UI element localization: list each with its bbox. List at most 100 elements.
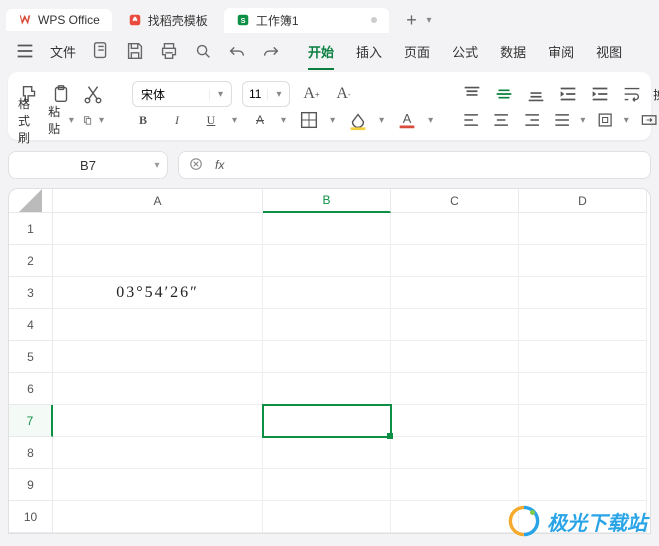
justify-icon[interactable] — [552, 109, 572, 131]
tab-view[interactable]: 视图 — [596, 36, 622, 67]
merge-icon[interactable] — [639, 109, 659, 131]
increase-font-icon[interactable]: A+ — [300, 83, 322, 105]
row-header[interactable]: 1 — [9, 213, 53, 245]
cell[interactable] — [519, 373, 647, 405]
copy-icon[interactable] — [82, 109, 93, 131]
indent-decrease-icon[interactable] — [557, 83, 579, 105]
name-box[interactable]: B7 ▾ — [8, 151, 168, 179]
cell[interactable] — [263, 437, 391, 469]
cell[interactable] — [391, 437, 519, 469]
cell[interactable] — [519, 341, 647, 373]
cell[interactable] — [391, 405, 519, 437]
align-center-icon[interactable] — [491, 109, 511, 131]
tab-page[interactable]: 页面 — [404, 36, 430, 67]
file-menu[interactable]: 文件 — [50, 42, 76, 61]
cell[interactable] — [53, 373, 263, 405]
cell[interactable] — [391, 245, 519, 277]
cancel-icon[interactable] — [187, 155, 205, 176]
tab-dropdown-icon[interactable]: ▾ — [427, 15, 441, 26]
align-top-icon[interactable] — [461, 83, 483, 105]
cell[interactable] — [519, 309, 647, 341]
col-header-A[interactable]: A — [53, 189, 263, 213]
tab-insert[interactable]: 插入 — [356, 36, 382, 67]
cell[interactable] — [53, 405, 263, 437]
cell[interactable] — [519, 277, 647, 309]
cell[interactable] — [519, 405, 647, 437]
tab-review[interactable]: 审阅 — [548, 36, 574, 67]
border-icon[interactable] — [298, 109, 320, 131]
cell[interactable] — [391, 277, 519, 309]
cell[interactable] — [53, 437, 263, 469]
wrap-icon[interactable] — [621, 83, 643, 105]
fill-color-icon[interactable] — [347, 109, 369, 131]
undo-icon[interactable] — [226, 40, 248, 62]
cell[interactable] — [263, 501, 391, 533]
row-header[interactable]: 5 — [9, 341, 53, 373]
font-size-select[interactable]: 11 ▾ — [242, 81, 290, 107]
cell[interactable] — [263, 309, 391, 341]
app-tab-wps[interactable]: WPS Office — [6, 9, 112, 31]
cell[interactable] — [519, 469, 647, 501]
preview-icon[interactable] — [192, 40, 214, 62]
cell[interactable] — [53, 501, 263, 533]
cell[interactable] — [53, 469, 263, 501]
align-left-icon[interactable] — [461, 109, 481, 131]
cut-icon[interactable] — [82, 83, 104, 105]
cell[interactable] — [391, 373, 519, 405]
cell-B7-selected[interactable] — [263, 405, 391, 437]
cell[interactable] — [53, 341, 263, 373]
row-header[interactable]: 6 — [9, 373, 53, 405]
indent-increase-icon[interactable] — [589, 83, 611, 105]
hamburger-icon[interactable] — [14, 40, 36, 62]
cell[interactable] — [391, 501, 519, 533]
cell[interactable] — [519, 245, 647, 277]
cell[interactable] — [263, 245, 391, 277]
row-header[interactable]: 9 — [9, 469, 53, 501]
cell[interactable] — [263, 213, 391, 245]
formula-bar[interactable]: fx — [178, 151, 651, 179]
italic-icon[interactable]: I — [166, 109, 188, 131]
font-color-icon[interactable]: A — [396, 109, 418, 131]
row-header[interactable]: 3 — [9, 277, 53, 309]
redo-icon[interactable] — [260, 40, 282, 62]
cell[interactable] — [391, 213, 519, 245]
orientation-icon[interactable] — [595, 109, 615, 131]
cell[interactable] — [263, 341, 391, 373]
col-header-B[interactable]: B — [263, 189, 391, 213]
font-name-select[interactable]: 宋体 ▾ — [132, 81, 232, 107]
tab-data[interactable]: 数据 — [500, 36, 526, 67]
new-icon[interactable] — [90, 40, 112, 62]
strikethrough-icon[interactable]: A — [249, 109, 271, 131]
cell[interactable] — [53, 309, 263, 341]
cell[interactable] — [53, 213, 263, 245]
wrap-label[interactable]: 换行 — [653, 86, 659, 103]
fx-label[interactable]: fx — [215, 158, 224, 172]
paste-icon[interactable] — [50, 83, 72, 105]
align-bottom-icon[interactable] — [525, 83, 547, 105]
print-icon[interactable] — [158, 40, 180, 62]
decrease-font-icon[interactable]: A- — [332, 83, 354, 105]
tab-formula[interactable]: 公式 — [452, 36, 478, 67]
cell[interactable] — [53, 245, 263, 277]
row-header[interactable]: 8 — [9, 437, 53, 469]
row-header[interactable]: 7 — [9, 405, 53, 437]
align-right-icon[interactable] — [522, 109, 542, 131]
align-middle-icon[interactable] — [493, 83, 515, 105]
row-header[interactable]: 2 — [9, 245, 53, 277]
cell[interactable] — [263, 277, 391, 309]
cell[interactable] — [391, 341, 519, 373]
cell[interactable] — [263, 373, 391, 405]
save-icon[interactable] — [124, 40, 146, 62]
cell[interactable] — [391, 469, 519, 501]
cell-A3[interactable]: 03°54′26″ — [53, 277, 263, 309]
cell[interactable] — [263, 469, 391, 501]
app-tab-template[interactable]: 找稻壳模板 — [116, 8, 220, 33]
row-header[interactable]: 4 — [9, 309, 53, 341]
cell[interactable] — [519, 213, 647, 245]
col-header-D[interactable]: D — [519, 189, 647, 213]
tab-start[interactable]: 开始 — [308, 36, 334, 67]
cell[interactable] — [391, 309, 519, 341]
format-painter-label[interactable]: 格式刷 — [18, 95, 40, 146]
select-all-corner[interactable] — [9, 189, 53, 213]
new-tab-button[interactable]: + — [401, 9, 423, 31]
